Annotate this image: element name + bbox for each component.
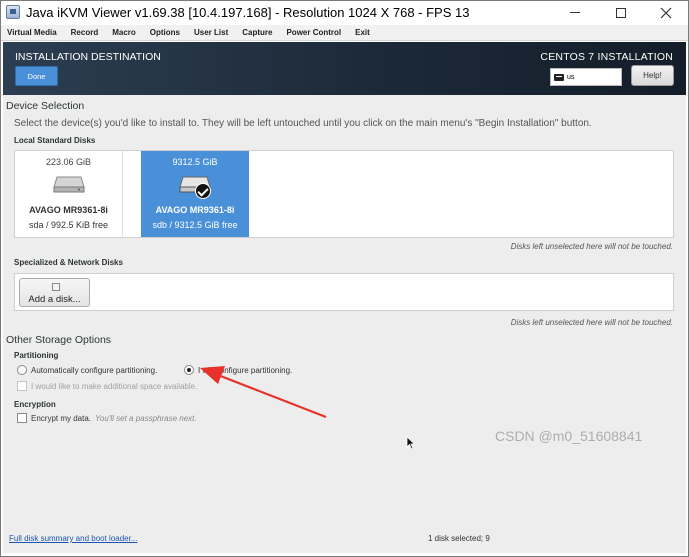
watermark: CSDN @m0_51608841: [495, 428, 643, 444]
main-content: Device Selection Select the device(s) yo…: [3, 95, 686, 553]
disk-size: 223.06 GiB: [45, 157, 92, 167]
menu-options[interactable]: Options: [150, 28, 180, 37]
menu-capture[interactable]: Capture: [242, 28, 272, 37]
add-disk-label: Add a disk...: [28, 294, 81, 305]
auto-partitioning-label: Automatically configure partitioning.: [31, 365, 158, 375]
maximize-icon: [616, 7, 626, 18]
manual-partitioning-label: I will configure partitioning.: [198, 365, 293, 375]
menu-power-control[interactable]: Power Control: [286, 28, 341, 37]
menu-virtual-media[interactable]: Virtual Media: [7, 28, 57, 37]
disk-name: AVAGO MR9361-8i: [155, 205, 235, 215]
local-disks-panel: 223.06 GiB AVAGO MR9361-8i sda / 992.5 K…: [14, 150, 674, 238]
menu-macro[interactable]: Macro: [112, 28, 136, 37]
disk-sdb[interactable]: 9312.5 GiB AVAGO MR9361-8i sdb / 9312.5 …: [141, 151, 249, 237]
partitioning-heading: Partitioning: [14, 351, 59, 360]
device-selection-description: Select the device(s) you'd like to insta…: [14, 118, 592, 129]
additional-space-option: I would like to make additional space av…: [17, 381, 197, 391]
auto-partitioning-radio[interactable]: [17, 365, 27, 375]
page-title: INSTALLATION DESTINATION: [15, 51, 161, 63]
network-disks-note: Disks left unselected here will not be t…: [510, 318, 673, 327]
window-title: Java iKVM Viewer v1.69.38 [10.4.197.168]…: [26, 5, 470, 20]
help-button[interactable]: Help!: [631, 65, 674, 86]
manual-partitioning-radio[interactable]: [184, 365, 194, 375]
encryption-heading: Encryption: [14, 400, 56, 409]
auto-partitioning-option[interactable]: Automatically configure partitioning.: [17, 365, 157, 375]
menu-exit[interactable]: Exit: [355, 28, 370, 37]
minimize-button[interactable]: [552, 0, 598, 25]
local-disks-heading: Local Standard Disks: [14, 136, 96, 145]
menu-user-list[interactable]: User List: [194, 28, 228, 37]
selected-check-icon: [195, 183, 211, 199]
menu-bar: Virtual Media Record Macro Options User …: [0, 25, 689, 41]
device-selection-heading: Device Selection: [6, 100, 85, 112]
menu-record[interactable]: Record: [71, 28, 99, 37]
manual-partitioning-option[interactable]: I will configure partitioning.: [184, 365, 292, 375]
installer-header: INSTALLATION DESTINATION Done CENTOS 7 I…: [3, 42, 686, 95]
done-button[interactable]: Done: [15, 66, 58, 86]
encrypt-checkbox[interactable]: [17, 413, 27, 423]
encrypt-option[interactable]: Encrypt my data. You'll set a passphrase…: [17, 413, 197, 423]
mouse-cursor-icon: [406, 436, 416, 450]
additional-space-label: I would like to make additional space av…: [31, 381, 198, 391]
disk-size: 9312.5 GiB: [172, 157, 218, 167]
close-icon: [660, 7, 672, 18]
hard-disk-icon: [53, 176, 85, 193]
disk-summary-link[interactable]: Full disk summary and boot loader...: [9, 534, 138, 543]
keyboard-icon: [554, 73, 564, 81]
disk-free-space: sdb / 9312.5 GiB free: [152, 220, 238, 230]
add-disk-button[interactable]: Add a disk...: [19, 278, 90, 307]
additional-space-checkbox: [17, 381, 27, 391]
minimize-icon: [570, 12, 580, 13]
local-disks-note: Disks left unselected here will not be t…: [510, 242, 673, 251]
maximize-button[interactable]: [598, 0, 644, 25]
disk-sda[interactable]: 223.06 GiB AVAGO MR9361-8i sda / 992.5 K…: [15, 151, 123, 237]
java-app-icon: [6, 5, 20, 19]
disk-free-space: sda / 992.5 KiB free: [28, 220, 109, 230]
network-disks-panel: Add a disk...: [14, 273, 674, 311]
window-title-bar: Java iKVM Viewer v1.69.38 [10.4.197.168]…: [0, 0, 689, 25]
network-disks-heading: Specialized & Network Disks: [14, 258, 123, 267]
product-title: CENTOS 7 INSTALLATION: [540, 51, 673, 63]
keyboard-layout-indicator[interactable]: us: [550, 68, 622, 86]
encrypt-note: You'll set a passphrase next.: [95, 413, 197, 423]
disk-name: AVAGO MR9361-8i: [29, 205, 108, 215]
encrypt-label: Encrypt my data.: [31, 413, 92, 423]
other-storage-heading: Other Storage Options: [6, 334, 112, 346]
close-button[interactable]: [643, 0, 689, 25]
selection-status: 1 disk selected; 9: [428, 534, 490, 543]
keyboard-layout-value: us: [567, 73, 575, 81]
add-disk-icon: [52, 283, 60, 291]
